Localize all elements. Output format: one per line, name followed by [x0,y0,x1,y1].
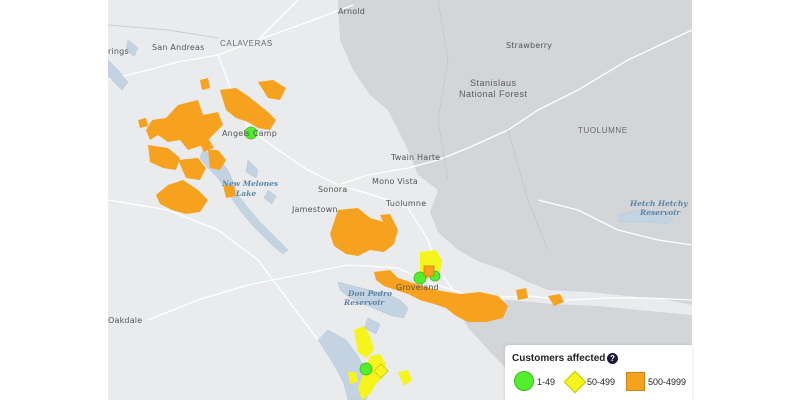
label-san-andreas: San Andreas [152,43,205,52]
label-don-pedro-2: Reservoir [343,298,385,307]
label-rings: rings [108,47,129,56]
label-angels-camp: Angels Camp [222,129,277,138]
legend-label: 1-49 [537,377,556,387]
label-stanislaus-2: National Forest [459,89,528,99]
label-tuolumne-town: Tuolumne [385,199,426,208]
label-calaveras: CALAVERAS [220,39,273,48]
map-canvas: Arnold CALAVERAS San Andreas rings Straw… [108,0,692,400]
green-circle-icon [514,371,534,391]
outage-point-1-49 [359,362,373,376]
label-sonora: Sonora [318,185,347,194]
label-strawberry: Strawberry [506,41,552,50]
label-oakdale: Oakdale [108,316,142,325]
label-mono-vista: Mono Vista [372,177,418,186]
yellow-diamond-icon [563,370,587,394]
legend-label: 500-4999 [648,377,687,387]
legend-title: Customers affected [512,353,606,364]
label-stanislaus-1: Stanislaus [470,78,517,88]
label-jamestown: Jamestown [291,205,338,214]
outage-point-500-4999 [423,265,435,277]
label-new-melones-1: New Melones [221,179,279,188]
label-hetch-hetchy-2: Reservoir [639,208,681,217]
label-new-melones-2: Lake [235,189,256,198]
orange-square-icon [626,372,645,391]
help-icon[interactable]: ? [607,353,618,364]
legend-panel: Customers affected ? 1-49 50-499 500-499… [505,345,692,400]
label-don-pedro-1: Don Pedro [347,289,392,298]
label-tuolumne-county: TUOLUMNE [578,126,628,135]
label-twain-harte: Twain Harte [390,153,440,162]
label-hetch-hetchy-1: Hetch Hetchy [629,199,688,208]
outage-map[interactable]: Arnold CALAVERAS San Andreas rings Straw… [108,0,692,400]
label-groveland: Groveland [396,283,439,292]
label-arnold: Arnold [338,7,365,16]
legend-label: 50-499 [587,377,616,387]
